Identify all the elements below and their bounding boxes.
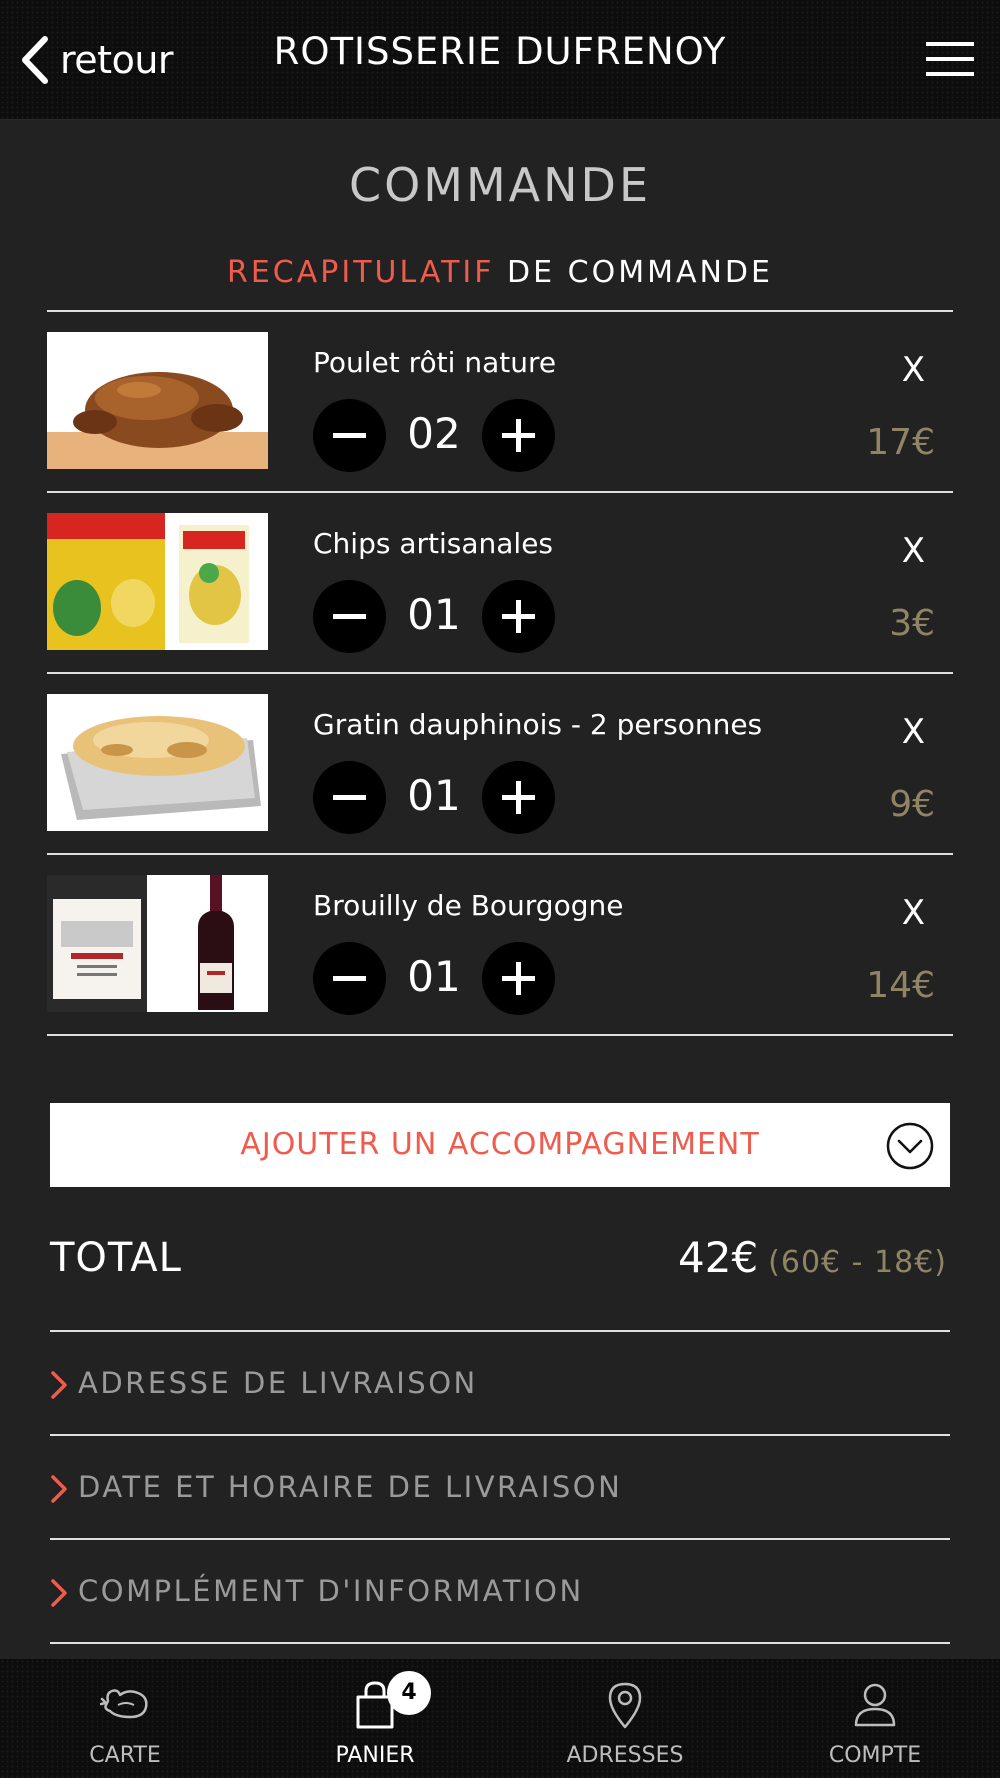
bottom-navigation: CARTE 4 PANIER ADRESSES COMPTE — [0, 1659, 1000, 1778]
chips-bags-image — [47, 513, 268, 650]
checkout-sections: ADRESSE DE LIVRAISON DATE ET HORAIRE DE … — [50, 1330, 950, 1644]
increase-quantity-button[interactable] — [482, 942, 555, 1015]
total-amount: 42€ (60€ - 18€) — [678, 1233, 947, 1282]
nav-tab-panier[interactable]: 4 PANIER — [250, 1659, 500, 1778]
item-name: Chips artisanales — [313, 527, 554, 560]
roast-chicken-image — [47, 332, 268, 469]
remove-item-button[interactable]: X — [902, 350, 925, 390]
item-quantity: 01 — [407, 952, 461, 1001]
wine-bottles-image — [47, 875, 268, 1012]
section-label: COMPLÉMENT D'INFORMATION — [78, 1574, 584, 1608]
increase-quantity-button[interactable] — [482, 399, 555, 472]
cart-count-badge: 4 — [387, 1671, 431, 1715]
order-summary-title-accent: RECAPITULATIF — [226, 255, 495, 290]
order-item-list: Poulet rôti nature 02 X 17€ Chips artisa… — [47, 310, 953, 1036]
decrease-quantity-button[interactable] — [313, 942, 386, 1015]
section-label: DATE ET HORAIRE DE LIVRAISON — [78, 1470, 623, 1504]
section-delivery-datetime[interactable]: DATE ET HORAIRE DE LIVRAISON — [50, 1436, 950, 1540]
user-icon — [854, 1683, 896, 1727]
decrease-quantity-button[interactable] — [313, 761, 386, 834]
total-value: 42€ — [678, 1233, 759, 1282]
chevron-down-circle-icon — [886, 1122, 934, 1170]
chevron-right-icon — [51, 1475, 67, 1503]
nav-label: COMPTE — [828, 1743, 922, 1768]
nav-tab-carte[interactable]: CARTE — [0, 1659, 250, 1778]
remove-item-button[interactable]: X — [902, 893, 925, 933]
add-accompaniment-label: AJOUTER UN ACCOMPAGNEMENT — [240, 1127, 760, 1162]
chevron-right-icon — [51, 1579, 67, 1607]
remove-item-button[interactable]: X — [902, 531, 925, 571]
order-summary-title-rest: DE COMMANDE — [507, 255, 773, 290]
section-delivery-address[interactable]: ADRESSE DE LIVRAISON — [50, 1332, 950, 1436]
gratin-tray-image — [47, 694, 268, 831]
chevron-right-icon — [51, 1371, 67, 1399]
roast-chicken-icon — [100, 1689, 148, 1719]
item-quantity: 01 — [407, 771, 461, 820]
total-detail: (60€ - 18€) — [768, 1245, 947, 1280]
app-header: retour ROTISSERIE DUFRENOY — [0, 0, 1000, 120]
increase-quantity-button[interactable] — [482, 761, 555, 834]
order-item: Chips artisanales 01 X 3€ — [47, 493, 953, 674]
page-title: COMMANDE — [348, 158, 652, 212]
nav-label: ADRESSES — [566, 1743, 684, 1768]
add-accompaniment-dropdown[interactable]: AJOUTER UN ACCOMPAGNEMENT — [50, 1103, 950, 1187]
order-summary-title: RECAPITULATIF DE COMMANDE — [0, 255, 1000, 290]
item-price: 14€ — [866, 965, 935, 1006]
increase-quantity-button[interactable] — [482, 580, 555, 653]
nav-tab-adresses[interactable]: ADRESSES — [500, 1659, 750, 1778]
app-title: ROTISSERIE DUFRENOY — [273, 30, 727, 73]
item-name: Poulet rôti nature — [313, 346, 557, 379]
hamburger-menu-icon[interactable] — [926, 42, 976, 80]
item-quantity: 02 — [407, 409, 461, 458]
total-label: TOTAL — [50, 1235, 182, 1281]
nav-tab-compte[interactable]: COMPTE — [750, 1659, 1000, 1778]
back-button[interactable]: retour — [18, 30, 174, 90]
section-label: ADRESSE DE LIVRAISON — [78, 1366, 478, 1400]
item-price: 9€ — [889, 784, 935, 825]
nav-label: CARTE — [89, 1743, 161, 1768]
map-pin-icon — [608, 1682, 642, 1729]
order-item: Poulet rôti nature 02 X 17€ — [47, 312, 953, 493]
item-name: Brouilly de Bourgogne — [313, 889, 624, 922]
decrease-quantity-button[interactable] — [313, 399, 386, 472]
order-item: Brouilly de Bourgogne 01 X 14€ — [47, 855, 953, 1036]
item-name: Gratin dauphinois - 2 personnes — [313, 708, 763, 741]
remove-item-button[interactable]: X — [902, 712, 925, 752]
section-additional-info[interactable]: COMPLÉMENT D'INFORMATION — [50, 1540, 950, 1644]
item-price: 3€ — [889, 603, 935, 644]
item-quantity: 01 — [407, 590, 461, 639]
order-item: Gratin dauphinois - 2 personnes 01 X 9€ — [47, 674, 953, 855]
item-price: 17€ — [866, 422, 935, 463]
chevron-left-icon — [22, 36, 48, 84]
nav-label: PANIER — [335, 1743, 415, 1768]
decrease-quantity-button[interactable] — [313, 580, 386, 653]
back-label: retour — [60, 38, 174, 82]
